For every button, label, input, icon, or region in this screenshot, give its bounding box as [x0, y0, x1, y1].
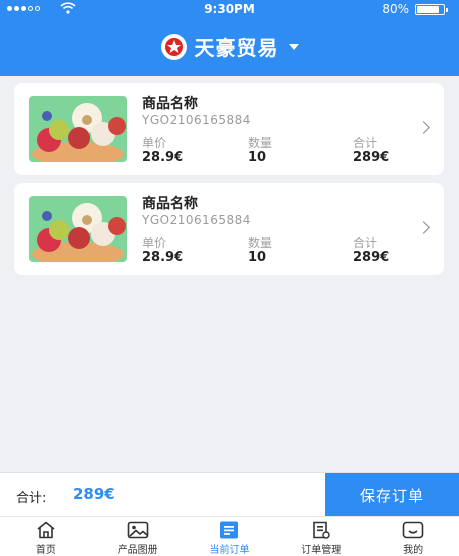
subtotal-label: 合计: [353, 136, 378, 150]
unit-price-value: 28.9€: [142, 250, 184, 265]
unit-price-label: 单价: [142, 236, 167, 250]
tab-catalog[interactable]: 产品图册: [92, 517, 184, 556]
quantity-value: 10: [248, 150, 267, 165]
battery-icon: [415, 4, 448, 15]
chevron-right-icon[interactable]: [417, 221, 430, 234]
brand-logo-icon: [160, 33, 187, 60]
image-icon: [127, 521, 149, 539]
product-code: YGO2106165884: [142, 113, 251, 127]
tab-current-order[interactable]: 当前订单: [184, 517, 276, 556]
unit-price-value: 28.9€: [142, 150, 184, 165]
tab-label: 我的: [403, 545, 424, 556]
quantity-label: 数量: [248, 236, 273, 250]
chevron-right-icon[interactable]: [417, 121, 430, 134]
tab-profile[interactable]: 我的: [367, 517, 459, 556]
status-bar: 9:30PM 80%: [0, 0, 459, 18]
product-image: [29, 196, 127, 262]
tab-label: 当前订单: [209, 545, 250, 556]
tab-order-management[interactable]: 订单管理: [275, 517, 367, 556]
battery-percent: 80%: [382, 2, 409, 16]
tab-label: 产品图册: [117, 545, 158, 556]
tab-label: 首页: [35, 545, 56, 556]
tab-label: 订单管理: [301, 545, 342, 556]
subtotal-value: 289€: [353, 150, 390, 165]
bottom-tab-bar: 首页 产品图册 当前订单 订单管理 我的: [0, 516, 459, 556]
subtotal-label: 合计: [353, 236, 378, 250]
document-icon: [310, 521, 332, 539]
save-order-button[interactable]: 保存订单: [325, 473, 459, 517]
order-item-card[interactable]: 商品名称 YGO2106165884 单价 数量 合计 28.9€ 10 289…: [14, 83, 444, 175]
subtotal-value: 289€: [353, 250, 390, 265]
quantity-value: 10: [248, 250, 267, 265]
product-name: 商品名称: [142, 96, 198, 112]
product-code: YGO2106165884: [142, 213, 251, 227]
total-value: 289€: [73, 485, 115, 503]
order-total-bar: 合计: 289€ 保存订单: [0, 472, 459, 517]
total-label: 合计:: [16, 491, 47, 506]
app-header: 9:30PM 80% 天豪贸易: [0, 0, 459, 76]
list-icon: [218, 521, 240, 539]
home-icon: [35, 521, 57, 539]
product-image: [29, 96, 127, 162]
caret-down-icon: [288, 43, 299, 50]
tab-home[interactable]: 首页: [0, 517, 92, 556]
unit-price-label: 单价: [142, 136, 167, 150]
brand-title: 天豪贸易: [194, 36, 279, 60]
brand-selector[interactable]: 天豪贸易: [0, 32, 459, 61]
order-item-card[interactable]: 商品名称 YGO2106165884 单价 数量 合计 28.9€ 10 289…: [14, 183, 444, 275]
quantity-label: 数量: [248, 136, 273, 150]
profile-icon: [402, 521, 424, 539]
product-name: 商品名称: [142, 196, 198, 212]
